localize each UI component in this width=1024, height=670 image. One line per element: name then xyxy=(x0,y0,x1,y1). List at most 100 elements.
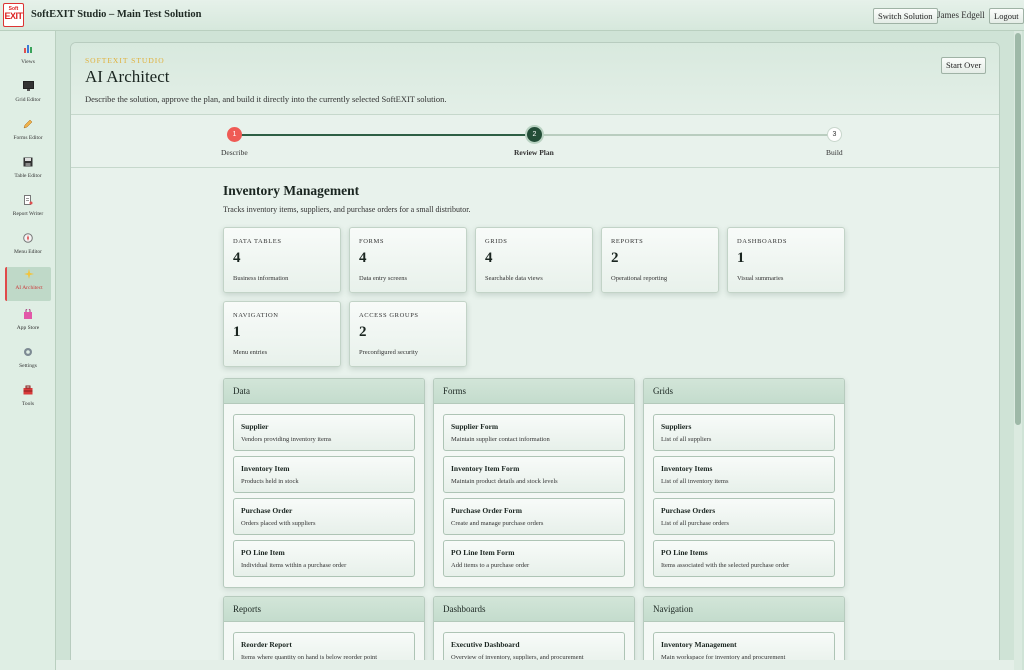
stat-card-reports: REPORTS 2 Operational reporting xyxy=(601,227,719,293)
stat-value: 4 xyxy=(359,250,367,266)
sparkle-icon xyxy=(7,269,51,283)
start-over-button[interactable]: Start Over xyxy=(941,57,987,74)
stat-value: 2 xyxy=(359,324,367,340)
plan-item[interactable]: Inventory Item Form Maintain product det… xyxy=(443,456,625,493)
plan-item[interactable]: Purchase Order Form Create and manage pu… xyxy=(443,498,625,535)
plan-item-name: Inventory Management xyxy=(661,640,737,649)
sidebar-item-label: Views xyxy=(21,59,35,65)
sidebar-item-settings[interactable]: Settings xyxy=(5,345,51,379)
plan-item-desc: Maintain product details and stock level… xyxy=(451,478,558,485)
step-3-label: Build xyxy=(826,148,843,157)
sidebar-item-forms-editor[interactable]: Forms Editor xyxy=(5,117,51,151)
plan-item[interactable]: Purchase Orders List of all purchase ord… xyxy=(653,498,835,535)
page-description: Describe the solution, approve the plan,… xyxy=(85,94,447,104)
plan-item-name: Supplier xyxy=(241,422,269,431)
plan-item-desc: Vendors providing inventory items xyxy=(241,436,332,443)
step-3-indicator[interactable]: 3 xyxy=(827,127,842,142)
step-1-label: Describe xyxy=(221,148,248,157)
plan-item-desc: Orders placed with suppliers xyxy=(241,520,316,527)
step-connector xyxy=(543,134,833,136)
sidebar-item-table-editor[interactable]: Table Editor xyxy=(5,155,51,189)
plan-item[interactable]: PO Line Items Items associated with the … xyxy=(653,540,835,577)
solution-title: Inventory Management xyxy=(223,183,360,198)
sidebar-item-label: Forms Editor xyxy=(13,135,43,141)
sidebar-item-label: Menu Editor xyxy=(14,249,42,255)
stat-label: REPORTS xyxy=(611,238,644,245)
monitor-icon xyxy=(5,81,51,95)
plan-item-desc: Items associated with the selected purch… xyxy=(661,562,790,569)
card-title: Dashboards xyxy=(434,597,634,622)
stat-description: Searchable data views xyxy=(485,275,543,282)
sidebar-item-label: Report Writer xyxy=(12,211,44,217)
horizontal-scrollbar[interactable] xyxy=(56,660,1014,670)
sidebar-item-ai-architect[interactable]: AI Architect xyxy=(5,267,51,301)
user-name: James Edgell xyxy=(937,10,985,20)
sidebar-item-report-writer[interactable]: Report Writer xyxy=(5,193,51,227)
plan-card-grids: Grids Suppliers List of all suppliers In… xyxy=(643,378,845,588)
plan-item[interactable]: PO Line Item Form Add items to a purchas… xyxy=(443,540,625,577)
logout-button[interactable]: Logout xyxy=(989,8,1024,24)
sidebar-item-views[interactable]: Views xyxy=(5,41,51,75)
toolbox-icon xyxy=(5,385,51,399)
plan-item-desc: Create and manage purchase orders xyxy=(451,520,544,527)
sidebar-item-label: Grid Editor xyxy=(15,97,41,103)
stat-value: 2 xyxy=(611,250,619,266)
card-title: Navigation xyxy=(644,597,844,622)
stat-value: 4 xyxy=(485,250,493,266)
plan-item[interactable]: Supplier Vendors providing inventory ite… xyxy=(233,414,415,451)
scrollbar-thumb[interactable] xyxy=(1015,33,1021,425)
switch-solution-button[interactable]: Switch Solution xyxy=(873,8,938,24)
plan-item-name: PO Line Item xyxy=(241,548,285,557)
plan-item-name: Inventory Items xyxy=(661,464,713,473)
plan-item-name: Suppliers xyxy=(661,422,692,431)
stat-label: NAVIGATION xyxy=(233,312,279,319)
step-2-indicator[interactable]: 2 xyxy=(527,127,542,142)
sidebar-item-tools[interactable]: Tools xyxy=(5,383,51,417)
page-title: AI Architect xyxy=(85,67,170,86)
plan-card-reports: Reports Reorder Report Items where quant… xyxy=(223,596,425,669)
stat-label: GRIDS xyxy=(485,238,508,245)
sidebar-item-app-store[interactable]: App Store xyxy=(5,307,51,341)
stat-card-dashboards: DASHBOARDS 1 Visual summaries xyxy=(727,227,845,293)
plan-item-desc: Add items to a purchase order xyxy=(451,562,530,569)
plan-item-desc: Products held in stock xyxy=(241,478,299,485)
plan-item[interactable]: Suppliers List of all suppliers xyxy=(653,414,835,451)
progress-stepper: 1 2 3 Describe Review Plan Build xyxy=(71,116,999,168)
stat-description: Menu entries xyxy=(233,349,268,356)
stat-value: 1 xyxy=(737,250,745,266)
ai-architect-panel: SOFTEXIT STUDIO AI Architect Describe th… xyxy=(70,42,1000,670)
bar-chart-icon xyxy=(5,43,51,57)
stat-description: Data entry screens xyxy=(359,275,408,282)
card-title: Grids xyxy=(644,379,844,404)
stat-card-forms: FORMS 4 Data entry screens xyxy=(349,227,467,293)
plan-card-navigation: Navigation Inventory Management Main wor… xyxy=(643,596,845,669)
sidebar-item-label: App Store xyxy=(16,325,40,331)
plan-item[interactable]: Purchase Order Orders placed with suppli… xyxy=(233,498,415,535)
sidebar: Views Grid Editor Forms Editor Table Edi… xyxy=(0,31,56,670)
stat-description: Business information xyxy=(233,275,289,282)
stat-label: DATA TABLES xyxy=(233,238,282,245)
stat-description: Operational reporting xyxy=(611,275,668,282)
softexit-logo: Soft EXIT xyxy=(3,3,24,27)
pencil-icon xyxy=(5,119,51,133)
stat-value: 1 xyxy=(233,324,241,340)
step-1-indicator[interactable]: 1 xyxy=(227,127,242,142)
sidebar-item-grid-editor[interactable]: Grid Editor xyxy=(5,79,51,113)
plan-item-desc: List of all purchase orders xyxy=(661,520,729,527)
stat-value: 4 xyxy=(233,250,241,266)
stat-card-grids: GRIDS 4 Searchable data views xyxy=(475,227,593,293)
plan-item[interactable]: PO Line Item Individual items within a p… xyxy=(233,540,415,577)
plan-item[interactable]: Inventory Items List of all inventory it… xyxy=(653,456,835,493)
plan-item-name: Purchase Orders xyxy=(661,506,716,515)
plan-item-name: PO Line Item Form xyxy=(451,548,515,557)
sidebar-item-menu-editor[interactable]: Menu Editor xyxy=(5,231,51,265)
card-title: Forms xyxy=(434,379,634,404)
card-title: Reports xyxy=(224,597,424,622)
card-title: Data xyxy=(224,379,424,404)
plan-item-name: Supplier Form xyxy=(451,422,499,431)
vertical-scrollbar[interactable] xyxy=(1014,31,1022,670)
plan-item-name: Purchase Order Form xyxy=(451,506,522,515)
plan-item[interactable]: Inventory Item Products held in stock xyxy=(233,456,415,493)
plan-item[interactable]: Supplier Form Maintain supplier contact … xyxy=(443,414,625,451)
plan-item-name: PO Line Items xyxy=(661,548,708,557)
